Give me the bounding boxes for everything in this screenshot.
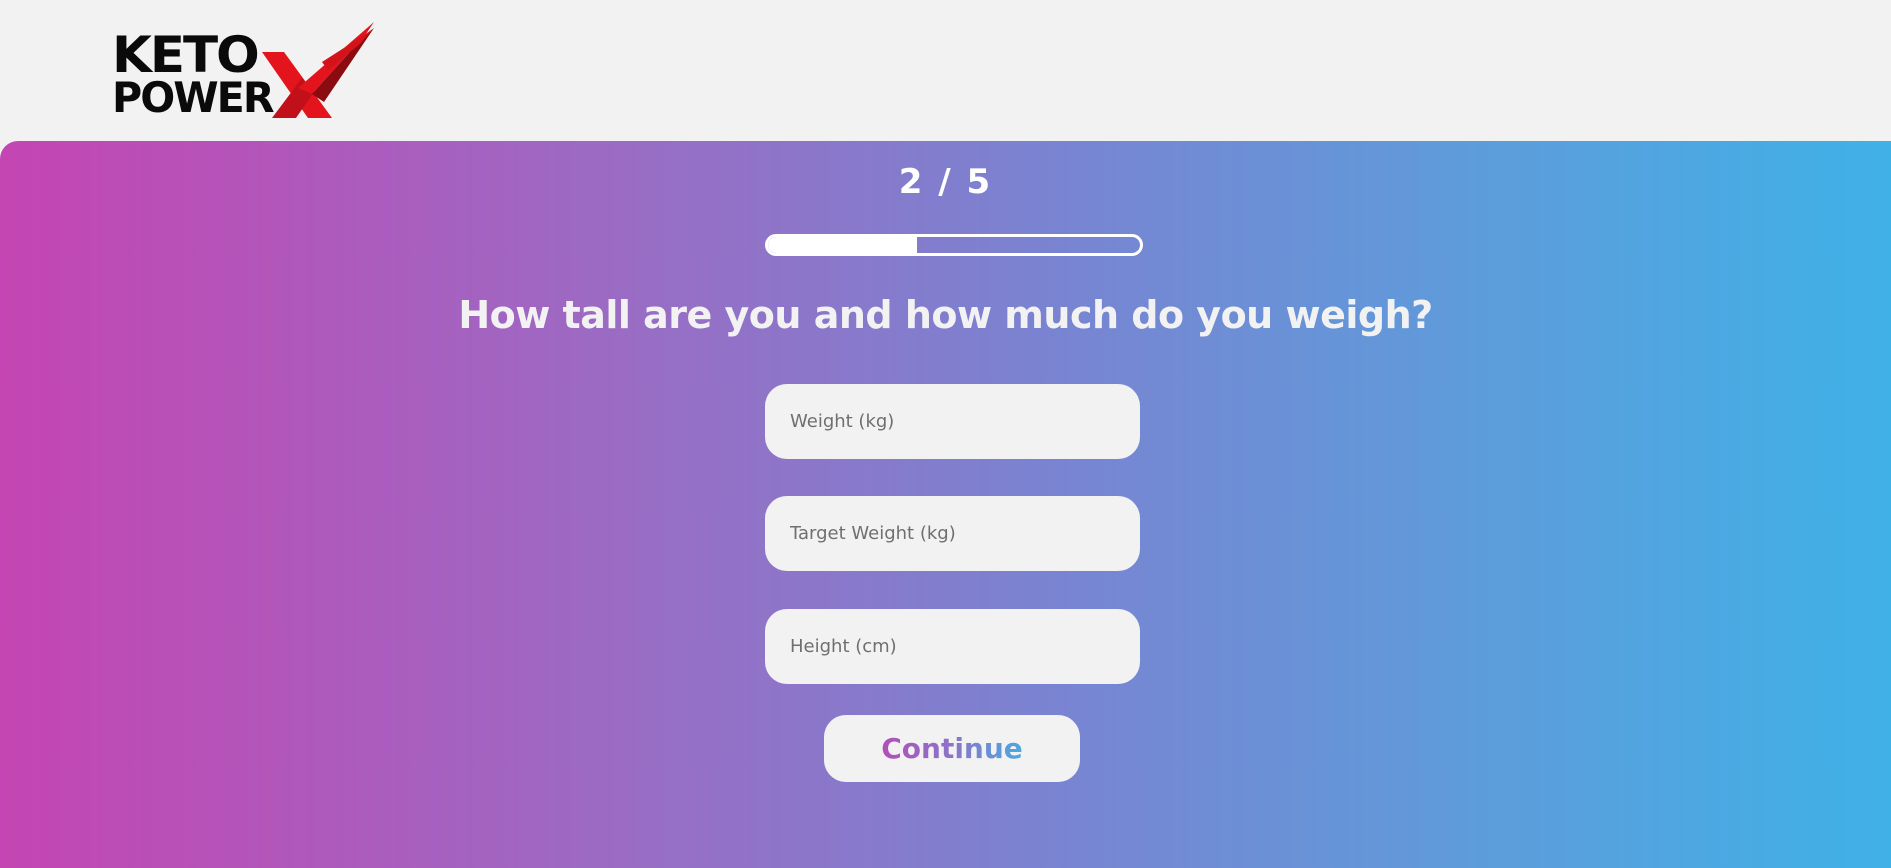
x-swoosh-icon — [262, 22, 374, 118]
target-weight-input[interactable] — [765, 496, 1140, 571]
height-input[interactable] — [765, 609, 1140, 684]
progress-bar-fill — [768, 237, 917, 253]
question-heading: How tall are you and how much do you wei… — [458, 293, 1433, 337]
logo-line-2: POWER — [112, 73, 275, 122]
header: KETO POWER — [0, 0, 1891, 141]
progress-bar — [765, 234, 1143, 256]
continue-button[interactable]: Continue — [824, 715, 1080, 782]
weight-input[interactable] — [765, 384, 1140, 459]
continue-button-label: Continue — [881, 732, 1023, 765]
step-counter: 2 / 5 — [898, 162, 993, 202]
keto-power-x-logo[interactable]: KETO POWER — [112, 22, 374, 122]
